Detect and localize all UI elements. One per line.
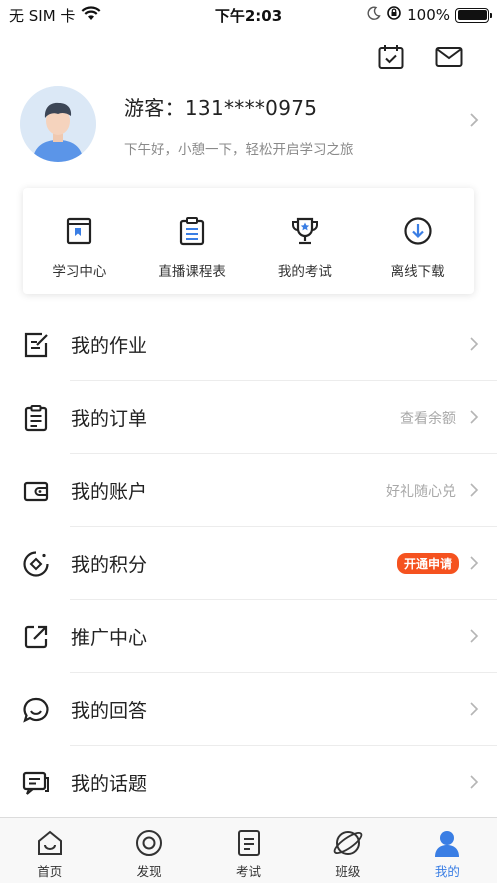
tab-bar: 首页 发现 考试 班级 我的 [0,817,497,883]
tab-label: 我的 [434,864,460,879]
quick-link-study-center[interactable]: 学习中心 [23,188,136,294]
menu-item-sub: 查看余额 [400,410,456,427]
quick-link-my-exams[interactable]: 我的考试 [249,188,362,294]
quick-links-card: 学习中心 直播课程表 我的考试 离线下载 [23,188,474,294]
tab-label: 首页 [37,864,63,879]
tab-exam[interactable]: 考试 [199,818,298,883]
chevron-right-icon [469,628,479,648]
wallet-icon [21,476,51,506]
clipboard-icon [175,214,209,248]
quick-link-label: 直播课程表 [158,264,226,280]
menu-item-label: 我的回答 [71,700,148,722]
chevron-right-icon [469,482,479,502]
menu-list: 我的作业 我的订单 查看余额 我的账户 好礼随心兑 我的积分 开通申请 推广中心 [0,308,497,819]
menu-item-account[interactable]: 我的账户 好礼随心兑 [0,454,497,527]
menu-item-answers[interactable]: 我的回答 [0,673,497,746]
topic-icon [21,768,51,798]
menu-item-homework[interactable]: 我的作业 [0,308,497,381]
chevron-right-icon [469,409,479,429]
share-icon [21,622,51,652]
edit-icon [21,330,51,360]
menu-item-orders[interactable]: 我的订单 查看余额 [0,381,497,454]
chevron-right-icon [469,336,479,356]
mail-icon[interactable] [434,43,464,71]
menu-item-sub: 好礼随心兑 [386,483,456,500]
person-icon [432,828,462,858]
battery-percent: 100% [407,6,450,24]
quick-link-live-schedule[interactable]: 直播课程表 [136,188,249,294]
chevron-right-icon[interactable] [469,112,479,132]
calendar-check-icon[interactable] [376,43,406,71]
tab-discover[interactable]: 发现 [99,818,198,883]
tab-label: 考试 [236,864,262,879]
status-bar: 无 SIM 卡 下午2:03 100% [0,0,497,28]
chevron-right-icon [469,555,479,575]
home-icon [35,828,65,858]
tab-home[interactable]: 首页 [0,818,99,883]
chevron-right-icon [469,701,479,721]
quick-link-label: 我的考试 [277,264,332,280]
clipboard-list-icon [21,403,51,433]
menu-item-label: 我的账户 [71,481,148,503]
menu-item-points[interactable]: 我的积分 开通申请 [0,527,497,600]
tab-class[interactable]: 班级 [298,818,397,883]
quick-link-label: 离线下载 [390,264,445,280]
quick-link-label: 学习中心 [52,264,107,280]
tab-label: 班级 [335,864,361,879]
menu-item-promotion[interactable]: 推广中心 [0,600,497,673]
moon-icon [367,6,381,24]
avatar[interactable] [20,86,96,162]
chat-bubble-icon [21,695,51,725]
points-icon [21,549,51,579]
orientation-lock-icon [386,5,402,25]
book-icon [62,214,96,248]
menu-item-label: 我的作业 [71,335,148,357]
trophy-icon [288,214,322,248]
download-icon [401,214,435,248]
apply-badge[interactable]: 开通申请 [396,553,459,574]
menu-item-label: 我的订单 [71,408,148,430]
chevron-right-icon [469,774,479,794]
discover-icon [134,828,164,858]
tab-label: 发现 [136,864,162,879]
battery-icon [455,7,492,23]
menu-item-topics[interactable]: 我的话题 [0,746,497,819]
profile-name[interactable]: 游客：131****0975 [124,92,317,121]
menu-item-label: 我的话题 [71,773,148,795]
tab-mine[interactable]: 我的 [398,818,497,883]
exam-icon [234,828,264,858]
quick-link-offline-download[interactable]: 离线下载 [361,188,474,294]
menu-item-label: 推广中心 [71,627,148,649]
profile-greeting: 下午好，小憩一下，轻松开启学习之旅 [124,142,354,158]
menu-item-label: 我的积分 [71,554,148,576]
class-icon [333,828,363,858]
